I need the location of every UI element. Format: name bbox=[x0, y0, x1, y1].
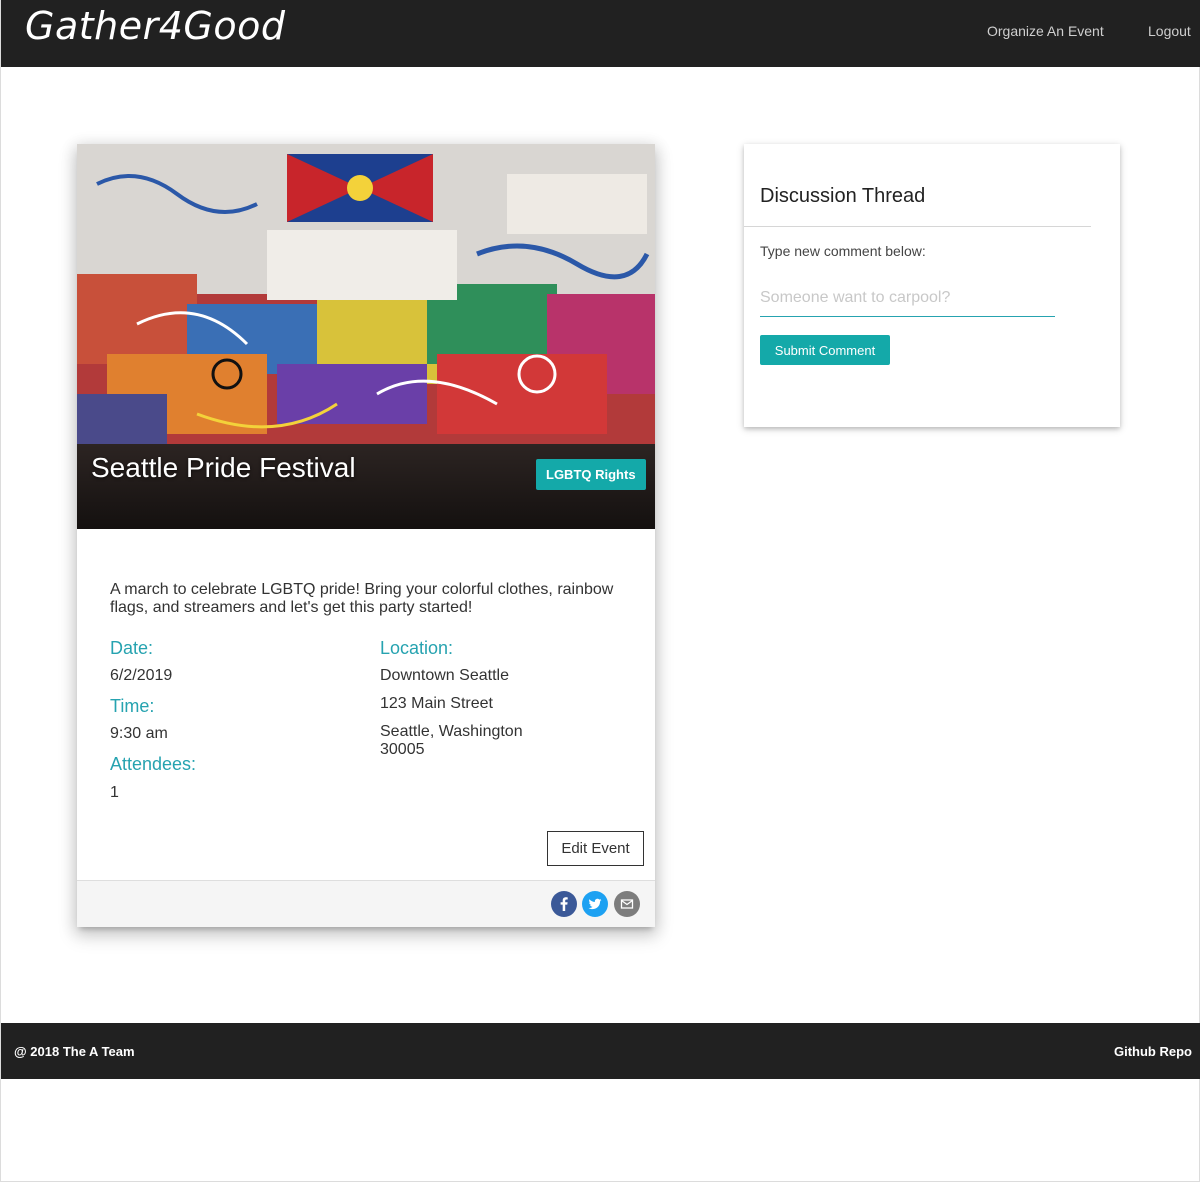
attendees-value: 1 bbox=[110, 784, 119, 801]
nav-organize-event[interactable]: Organize An Event bbox=[987, 23, 1104, 39]
location-name: Downtown Seattle bbox=[380, 667, 509, 684]
email-icon[interactable] bbox=[614, 891, 640, 917]
time-value: 9:30 am bbox=[110, 725, 168, 742]
footer: @ 2018 The A Team Github Repo bbox=[1, 1023, 1200, 1079]
date-label: Date: bbox=[110, 638, 154, 658]
edit-event-button[interactable]: Edit Event bbox=[547, 831, 644, 866]
time-label: Time: bbox=[110, 696, 155, 716]
event-card: Seattle Pride Festival LGBTQ Rights A ma… bbox=[77, 144, 655, 927]
event-image: Seattle Pride Festival LGBTQ Rights bbox=[77, 144, 655, 529]
comment-prompt: Type new comment below: bbox=[760, 243, 926, 259]
facebook-icon[interactable] bbox=[551, 891, 577, 917]
comment-input[interactable] bbox=[760, 280, 1055, 317]
location-city-state: Seattle, Washington bbox=[380, 723, 523, 740]
attendees-label: Attendees: bbox=[110, 754, 197, 774]
github-repo-link[interactable]: Github Repo bbox=[1114, 1044, 1192, 1059]
twitter-icon[interactable] bbox=[582, 891, 608, 917]
card-action-bar bbox=[77, 880, 655, 927]
discussion-card: Discussion Thread Type new comment below… bbox=[744, 144, 1120, 427]
event-description: A march to celebrate LGBTQ pride! Bring … bbox=[110, 581, 614, 616]
location-street: 123 Main Street bbox=[380, 695, 493, 712]
nav-logout[interactable]: Logout bbox=[1148, 23, 1191, 39]
date-value: 6/2/2019 bbox=[110, 667, 173, 684]
event-title: Seattle Pride Festival bbox=[91, 452, 356, 483]
submit-comment-button[interactable]: Submit Comment bbox=[760, 335, 890, 365]
footer-copyright: @ 2018 The A Team bbox=[14, 1044, 135, 1059]
brand-logo[interactable]: Gather4Good bbox=[25, 4, 285, 48]
location-zip: 30005 bbox=[380, 741, 425, 758]
divider bbox=[744, 226, 1091, 227]
category-badge[interactable]: LGBTQ Rights bbox=[536, 459, 646, 490]
navbar: Gather4Good Organize An Event Logout bbox=[1, 0, 1200, 67]
location-label: Location: bbox=[380, 638, 454, 658]
discussion-title: Discussion Thread bbox=[760, 185, 926, 207]
